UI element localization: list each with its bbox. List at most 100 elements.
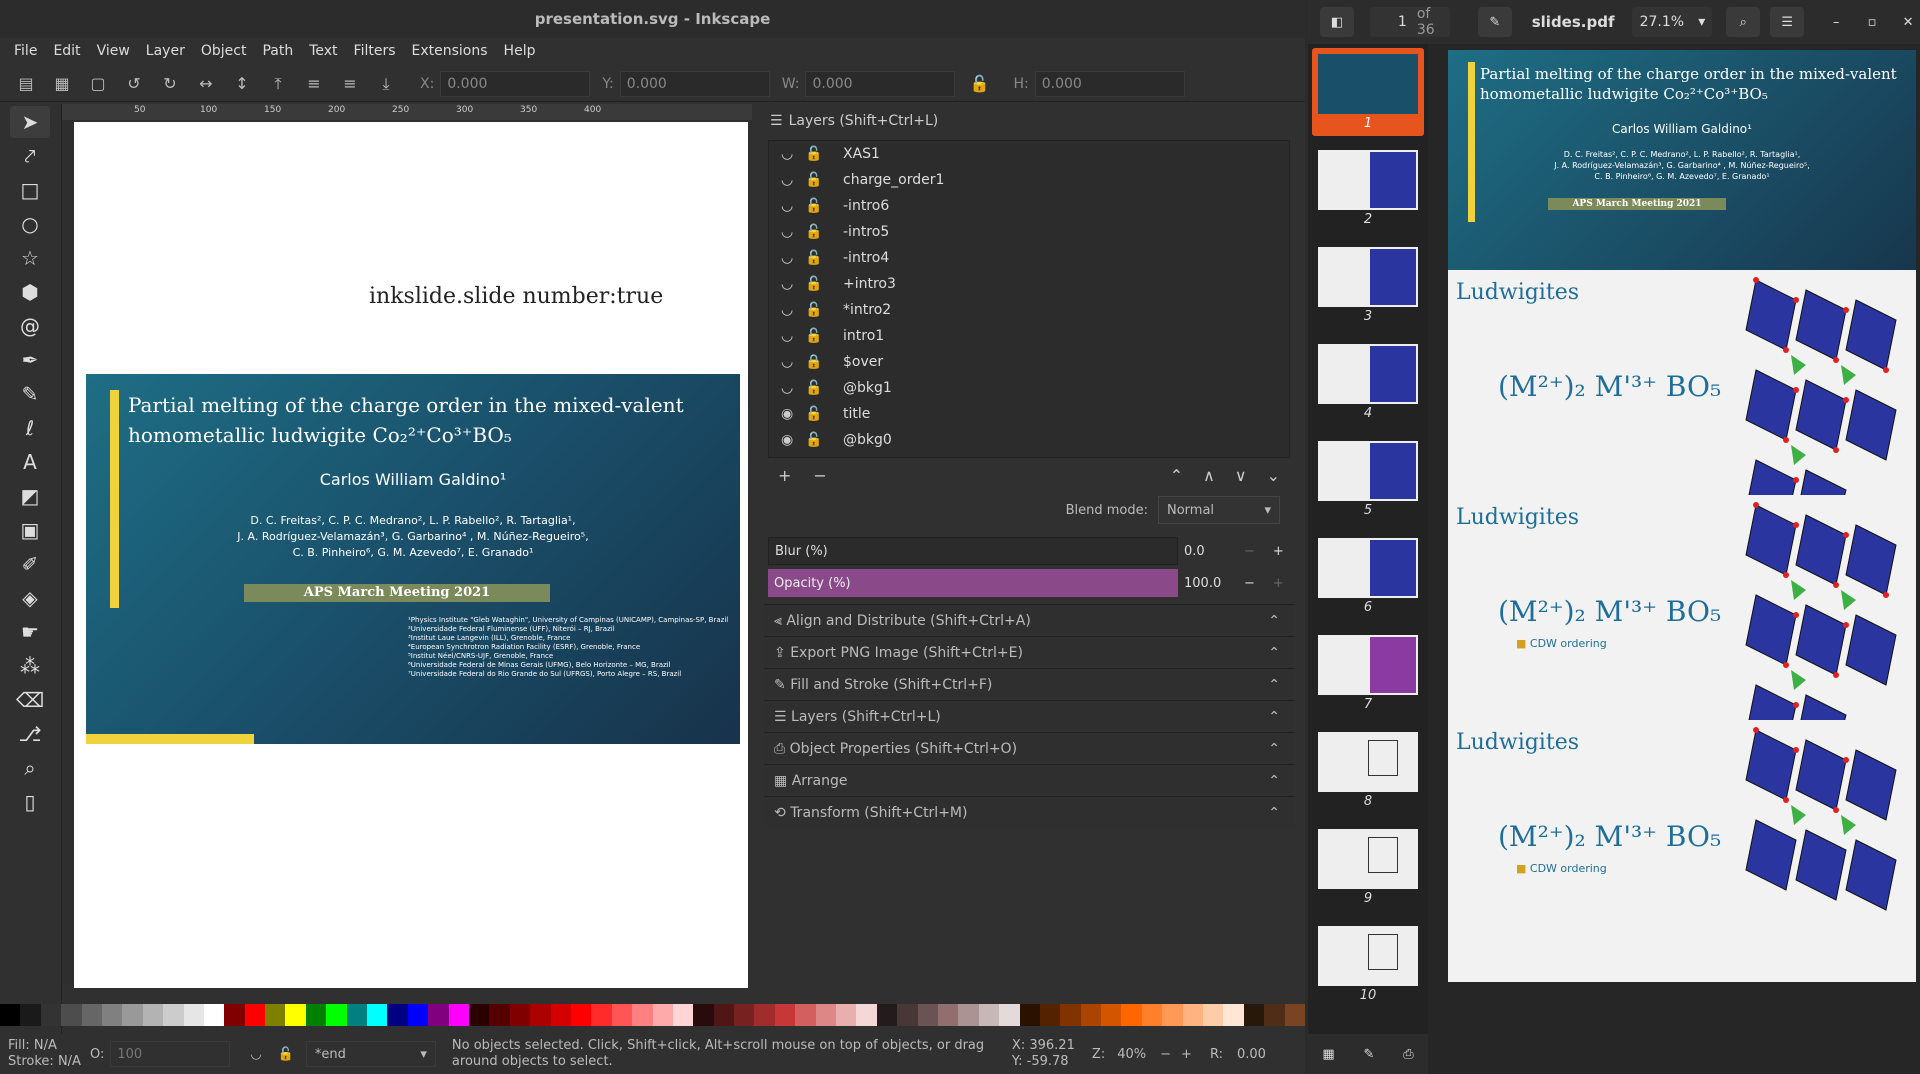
select-all-layers-icon[interactable]: ▦ xyxy=(48,70,76,98)
mesh-tool-icon[interactable]: ▣ xyxy=(10,514,50,546)
color-swatch[interactable] xyxy=(530,1004,551,1026)
lock-icon[interactable]: 🔒 xyxy=(805,354,829,370)
opacity-value[interactable]: 100.0 xyxy=(1184,576,1244,591)
increase-icon[interactable]: + xyxy=(1273,576,1284,591)
ellipse-tool-icon[interactable]: ○ xyxy=(10,208,50,240)
layer-row[interactable]: ◡ 🔓 -intro4 xyxy=(769,245,1289,271)
spray-tool-icon[interactable]: ⁂ xyxy=(10,650,50,682)
color-swatch[interactable] xyxy=(509,1004,531,1026)
color-swatch[interactable] xyxy=(713,1004,735,1026)
lock-ratio-icon[interactable]: 🔓 xyxy=(965,70,993,98)
thumbnail-page[interactable] xyxy=(1318,538,1418,598)
node-tool-icon[interactable]: ⤤ xyxy=(10,140,50,172)
eye-closed-icon[interactable]: ◡ xyxy=(781,172,805,188)
unlock-icon[interactable]: 🔓 xyxy=(805,302,829,318)
color-swatch[interactable] xyxy=(346,1004,368,1026)
thumbnail-page[interactable] xyxy=(1318,829,1418,889)
color-swatch[interactable] xyxy=(611,1004,633,1026)
pdf-pages[interactable]: Partial melting of the charge order in t… xyxy=(1448,50,1918,1074)
measure-tool-icon[interactable]: ▯ xyxy=(10,786,50,818)
eye-closed-icon[interactable]: ◡ xyxy=(781,146,805,162)
dialog-layers[interactable]: ☰ Layers (Shift+Ctrl+L) ⌃ xyxy=(764,700,1294,732)
color-swatch[interactable] xyxy=(285,1004,306,1026)
color-swatch[interactable] xyxy=(142,1004,164,1026)
eye-closed-icon[interactable]: ◡ xyxy=(781,380,805,396)
color-swatch[interactable] xyxy=(244,1004,266,1026)
color-swatch[interactable] xyxy=(1264,1004,1285,1026)
minimize-icon[interactable]: – xyxy=(1824,15,1848,30)
color-swatch[interactable] xyxy=(265,1004,286,1026)
color-palette[interactable] xyxy=(0,1004,1305,1026)
color-swatch[interactable] xyxy=(652,1004,673,1026)
maximize-icon[interactable]: ▫ xyxy=(1860,15,1884,30)
color-swatch[interactable] xyxy=(632,1004,653,1026)
color-swatch[interactable] xyxy=(0,1004,21,1026)
sidebar-toggle-icon[interactable]: ◧ xyxy=(1320,7,1354,37)
color-swatch[interactable] xyxy=(20,1004,41,1026)
color-swatch[interactable] xyxy=(550,1004,571,1026)
decrease-icon[interactable]: − xyxy=(1244,576,1255,591)
color-swatch[interactable] xyxy=(428,1004,449,1026)
color-swatch[interactable] xyxy=(1223,1004,1244,1026)
color-swatch[interactable] xyxy=(163,1004,184,1026)
color-swatch[interactable] xyxy=(795,1004,816,1026)
layer-visibility-icon[interactable]: ◡ xyxy=(250,1047,261,1062)
zoom-value[interactable]: 40% xyxy=(1117,1047,1146,1062)
color-swatch[interactable] xyxy=(958,1004,979,1026)
eye-open-icon[interactable]: ◉ xyxy=(781,432,805,448)
page-number-input[interactable]: 1 of 36 xyxy=(1369,6,1450,38)
color-swatch[interactable] xyxy=(591,1004,612,1026)
current-layer-select[interactable]: *end ▾ xyxy=(305,1041,436,1067)
raise-to-top-icon[interactable]: ⤒ xyxy=(264,70,292,98)
flip-vertical-icon[interactable]: ↕ xyxy=(228,70,256,98)
color-swatch[interactable] xyxy=(1182,1004,1204,1026)
menu-layer[interactable]: Layer xyxy=(138,43,193,59)
color-swatch[interactable] xyxy=(856,1004,877,1026)
fill-stroke-indicator[interactable]: Fill: N/A Stroke: N/A xyxy=(0,1038,90,1070)
color-swatch[interactable] xyxy=(1162,1004,1183,1026)
lower-icon[interactable]: ≡ xyxy=(336,70,364,98)
rotate-value[interactable]: 0.00 xyxy=(1237,1047,1266,1062)
opacity-status-input[interactable]: 100 xyxy=(110,1041,231,1067)
color-swatch[interactable] xyxy=(183,1004,204,1026)
thumbnail-page[interactable] xyxy=(1318,150,1418,210)
dialog-fill-stroke[interactable]: ✎ Fill and Stroke (Shift+Ctrl+F) ⌃ xyxy=(764,668,1294,700)
color-swatch[interactable] xyxy=(815,1004,837,1026)
unlock-icon[interactable]: 🔓 xyxy=(805,172,829,188)
text-tool-icon[interactable]: A xyxy=(10,446,50,478)
layer-lock-icon[interactable]: 🔓 xyxy=(278,1047,294,1062)
star-tool-icon[interactable]: ☆ xyxy=(10,242,50,274)
blur-slider[interactable]: Blur (%) 0.0 − + xyxy=(768,536,1290,566)
eraser-tool-icon[interactable]: ⌫ xyxy=(10,684,50,716)
zoom-select[interactable]: 27.1% ▾ xyxy=(1632,7,1713,37)
blend-mode-select[interactable]: Normal ▾ xyxy=(1158,496,1280,524)
menu-help[interactable]: Help xyxy=(496,43,544,59)
remove-layer-icon[interactable]: − xyxy=(813,466,826,485)
menu-icon[interactable]: ☰ xyxy=(1770,7,1805,37)
menu-path[interactable]: Path xyxy=(254,43,301,59)
close-icon[interactable]: ✕ xyxy=(1896,15,1920,30)
y-input[interactable]: 0.000 xyxy=(619,70,770,97)
color-swatch[interactable] xyxy=(387,1004,408,1026)
menu-edit[interactable]: Edit xyxy=(45,43,88,59)
color-swatch[interactable] xyxy=(468,1004,490,1026)
color-swatch[interactable] xyxy=(672,1004,694,1026)
thumbnail-page[interactable] xyxy=(1318,441,1418,501)
zoom-tool-icon[interactable]: ⌕ xyxy=(10,752,50,784)
color-swatch[interactable] xyxy=(224,1004,245,1026)
calligraphy-tool-icon[interactable]: ℓ xyxy=(10,412,50,444)
menu-view[interactable]: View xyxy=(89,43,138,59)
unlock-icon[interactable]: 🔓 xyxy=(805,328,829,344)
3d-box-tool-icon[interactable]: ⬢ xyxy=(10,276,50,308)
rotate-ccw-icon[interactable]: ↺ xyxy=(120,70,148,98)
thumbnail-page[interactable] xyxy=(1318,344,1418,404)
increase-icon[interactable]: + xyxy=(1273,544,1284,559)
color-swatch[interactable] xyxy=(122,1004,143,1026)
color-swatch[interactable] xyxy=(897,1004,918,1026)
annotate-pen-icon[interactable]: ✎ xyxy=(1477,7,1512,37)
thumbnails-mode-icon[interactable]: ▦ xyxy=(1322,1047,1334,1062)
menu-filters[interactable]: Filters xyxy=(346,43,404,59)
thumbnail-page[interactable] xyxy=(1318,926,1418,986)
search-icon[interactable]: ⌕ xyxy=(1726,7,1761,37)
decrease-icon[interactable]: − xyxy=(1244,544,1255,559)
